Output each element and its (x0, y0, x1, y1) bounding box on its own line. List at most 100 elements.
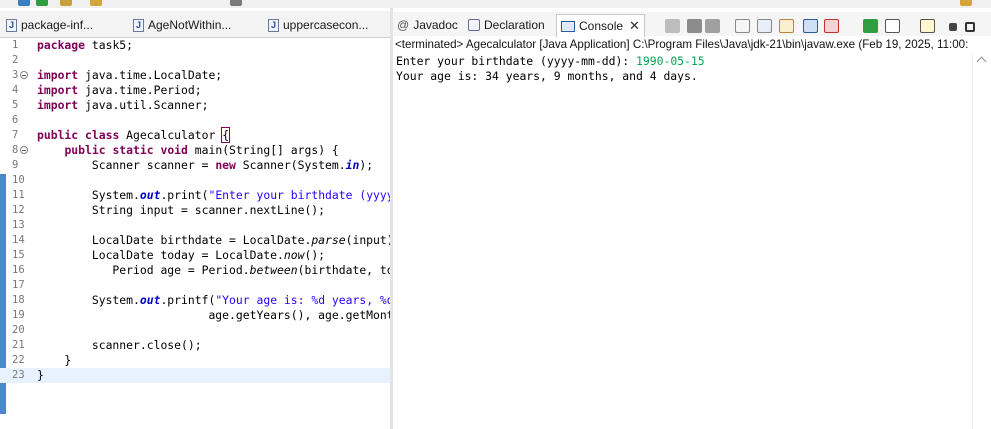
code-line[interactable]: 3 import java.time.LocalDate; (0, 68, 390, 83)
java-file-icon: J (6, 18, 17, 32)
editor-tab-label: AgeNotWithin... (148, 18, 232, 32)
run-icon[interactable] (36, 0, 48, 6)
code-line[interactable]: 21 scanner.close(); (0, 338, 390, 353)
code-line[interactable]: 19 age.getYears(), age.getMonths(), age.… (0, 308, 538, 323)
show-on-stderr-icon[interactable] (824, 19, 839, 33)
close-icon[interactable]: ✕ (629, 18, 640, 34)
editor-tab[interactable]: J uppercasecon... (268, 14, 368, 36)
at-icon: @ (397, 18, 410, 32)
line-number: 9 (12, 159, 19, 171)
console-user-input: 1990-05-15 (636, 54, 705, 68)
console-view: @ Javadoc Declaration Console ✕ <termina… (393, 8, 991, 429)
code-text-area[interactable]: 1 package task5; 2 3 import java.time.LocalD… (0, 38, 551, 429)
tab-console[interactable]: Console ✕ (556, 14, 645, 37)
vertical-scrollbar[interactable] (972, 54, 991, 429)
code-line[interactable]: 15 LocalDate today = LocalDate.now(); (0, 248, 390, 263)
word-wrap-icon[interactable] (779, 19, 794, 33)
code-line[interactable]: 13 (0, 218, 390, 233)
editor-tab-label: uppercasecon... (283, 18, 369, 32)
line-number: 5 (12, 99, 19, 111)
code-line[interactable]: 1 package task5; (0, 38, 390, 53)
code-text: Period age = Period.between(birthdate, t… (37, 263, 428, 277)
code-line[interactable]: 20 (0, 323, 390, 338)
editor-tab[interactable]: J AgeNotWithin... (133, 14, 231, 36)
code-line[interactable]: 8 public static void main(String[] args)… (0, 143, 390, 158)
toolbar-icon[interactable] (60, 0, 72, 6)
code-line[interactable]: 12 String input = scanner.nextLine(); (0, 203, 390, 218)
line-number: 22 (12, 354, 25, 366)
console-line: Enter your birthdate (yyyy-mm-dd): 1990-… (396, 54, 705, 69)
editor-tab-bar: J package-inf... J AgeNotWithin... J upp… (0, 11, 390, 38)
toolbar-icon[interactable] (960, 0, 972, 6)
code-line[interactable]: 17 (0, 278, 390, 293)
show-on-stdout-icon[interactable] (803, 19, 818, 33)
view-menu-icon[interactable] (949, 23, 957, 31)
line-number: 21 (12, 339, 25, 351)
code-text: scanner.close(); (37, 338, 202, 352)
tab-javadoc[interactable]: @ Javadoc (397, 15, 458, 35)
toolbar-icon[interactable] (90, 0, 102, 6)
console-line: Your age is: 34 years, 9 months, and 4 d… (396, 69, 698, 84)
code-text: package task5; (37, 38, 134, 52)
clear-console-icon[interactable] (735, 19, 750, 33)
code-line[interactable]: 6 (0, 113, 390, 128)
code-text: LocalDate today = LocalDate.now(); (37, 248, 326, 262)
code-line[interactable]: 23} (0, 368, 390, 383)
code-line[interactable]: 14 LocalDate birthdate = LocalDate.parse… (0, 233, 400, 248)
tab-console-label: Console (579, 19, 624, 33)
fold-collapse-icon[interactable] (20, 71, 28, 79)
line-number: 13 (12, 219, 25, 231)
code-text: LocalDate birthdate = LocalDate.parse(in… (37, 233, 401, 247)
scroll-lock-icon[interactable] (757, 19, 772, 33)
remove-launch-icon[interactable] (687, 19, 702, 33)
open-console-icon[interactable] (920, 19, 935, 33)
code-line[interactable]: 16 Period age = Period.between(birthdate… (0, 263, 428, 278)
restore-icon[interactable] (965, 22, 975, 32)
view-tab-bar: @ Javadoc Declaration Console ✕ (393, 12, 991, 37)
line-number: 2 (12, 54, 19, 66)
pin-console-icon[interactable] (863, 19, 878, 33)
code-line[interactable]: 2 (0, 53, 390, 68)
tab-javadoc-label: Javadoc (413, 18, 458, 32)
toolbar-icon[interactable] (230, 0, 242, 6)
code-line[interactable]: 11 System.out.print("Enter your birthdat… (0, 188, 476, 203)
debug-icon[interactable] (18, 0, 30, 6)
code-text: } (37, 368, 44, 382)
code-line[interactable]: 4 import java.time.Period; (0, 83, 390, 98)
line-number: 6 (12, 114, 19, 126)
line-number: 7 (12, 129, 19, 141)
code-line[interactable]: 22 } (0, 353, 390, 368)
line-number: 18 (12, 294, 25, 306)
java-file-icon: J (133, 18, 144, 32)
console-status: <terminated> Agecalculator [Java Applica… (395, 38, 969, 51)
display-console-icon[interactable] (885, 19, 900, 33)
line-number: 23 (12, 369, 25, 381)
editor-tab[interactable]: J package-inf... (6, 14, 93, 36)
scroll-up-icon[interactable] (976, 56, 987, 67)
declaration-icon (468, 19, 480, 31)
code-text: String input = scanner.nextLine(); (37, 203, 326, 217)
console-output[interactable]: Enter your birthdate (yyyy-mm-dd): 1990-… (393, 54, 968, 429)
line-number: 12 (12, 204, 25, 216)
remove-all-icon[interactable] (705, 19, 720, 33)
line-number: 15 (12, 249, 25, 261)
code-text: public static void main(String[] args) { (64, 143, 339, 157)
terminate-icon[interactable] (665, 19, 680, 33)
fold-collapse-icon[interactable] (20, 146, 28, 154)
line-number: 4 (12, 84, 19, 96)
line-number: 10 (12, 174, 25, 186)
code-text: import java.time.Period; (37, 83, 202, 97)
console-output-text: Enter your birthdate (yyyy-mm-dd): (396, 54, 637, 68)
code-line[interactable]: 9 Scanner scanner = new Scanner(System.i… (0, 158, 390, 173)
tab-declaration[interactable]: Declaration (468, 15, 545, 35)
code-text: } (37, 353, 72, 367)
code-line[interactable]: 10 (0, 173, 390, 188)
code-line[interactable]: 5 import java.util.Scanner; (0, 98, 390, 113)
code-text: public class Agecalculator { (37, 127, 231, 143)
main-toolbar (0, 0, 991, 8)
line-number: 19 (12, 309, 25, 321)
code-line[interactable]: 7 public class Agecalculator { (0, 127, 390, 143)
line-number: 1 (12, 39, 19, 51)
console-output-text: Your age is: 34 years, 9 months, and 4 d… (396, 69, 698, 83)
code-line[interactable]: 18 System.out.printf("Your age is: %d ye… (0, 293, 551, 308)
